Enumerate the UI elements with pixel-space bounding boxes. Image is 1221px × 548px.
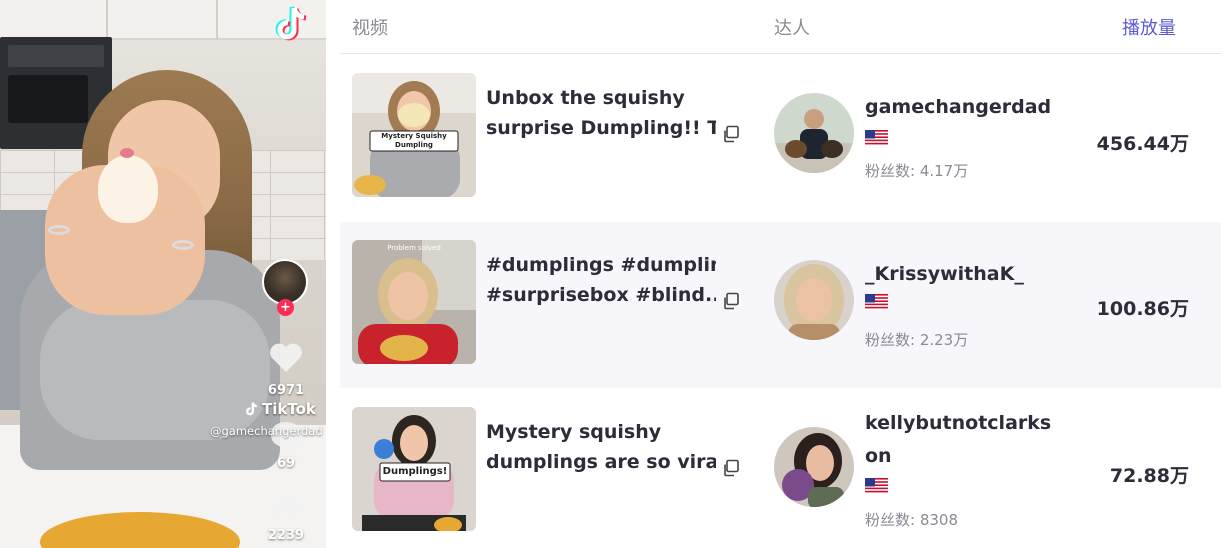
video-title[interactable]: Unbox the squishy surprise Dumpling!! Th…: [486, 83, 716, 143]
copy-icon[interactable]: [722, 459, 740, 477]
thumbnail-image: [352, 240, 476, 364]
share-count: 2239: [267, 528, 305, 543]
ring: [172, 240, 194, 250]
play-count: 72.88万: [1109, 465, 1189, 487]
video-preview[interactable]: + 6971 69 2239 TikTok @gamechangerdad: [0, 0, 326, 548]
thumbnail-caption: Mystery Squishy Dumpling: [381, 132, 447, 149]
creator-avatar-image: [774, 427, 854, 507]
us-flag-icon: [865, 294, 888, 310]
person-arms: [40, 300, 270, 440]
table-row[interactable]: Mystery Squishy Dumpling Unbox the squis…: [340, 55, 1221, 221]
video-thumbnail[interactable]: Mystery Squishy Dumpling: [352, 73, 476, 197]
us-flag-icon: [865, 478, 888, 494]
column-header-plays[interactable]: 播放量: [1122, 14, 1176, 40]
thumbnail-caption: Problem solved: [387, 244, 441, 252]
creator-avatar[interactable]: [774, 93, 854, 173]
creator-followers: 粉丝数: 8308: [865, 511, 958, 529]
creator-name[interactable]: kellybutnotclarks on: [865, 407, 1051, 473]
creator-avatar-image: [774, 260, 854, 340]
table-row[interactable]: Dumplings! Mystery squishy dumplings are…: [340, 389, 1221, 548]
play-count: 100.86万: [1096, 298, 1189, 320]
comment-count: 69: [276, 456, 296, 471]
creator-followers: 粉丝数: 2.23万: [865, 331, 969, 349]
tiktok-logo-icon: [275, 6, 307, 41]
watermark-username: @gamechangerdad: [210, 424, 323, 438]
creator-followers: 粉丝数: 4.17万: [865, 162, 969, 180]
tiktok-small-logo-icon: [246, 402, 258, 416]
us-flag-icon: [865, 130, 888, 146]
heart-icon[interactable]: [268, 340, 304, 374]
squishy-toy: [98, 155, 158, 223]
follow-plus-icon[interactable]: +: [277, 299, 294, 316]
video-table: 视频 达人 播放量 Mystery Squishy Dumpling Unbox…: [340, 0, 1221, 548]
thumbnail-caption: Dumplings!: [382, 466, 448, 477]
share-icon[interactable]: [268, 490, 304, 524]
column-header-creator[interactable]: 达人: [774, 14, 810, 40]
creator-avatar-image: [774, 93, 854, 173]
video-title[interactable]: #dumplings #dumpling #surprisebox #blind…: [486, 250, 716, 310]
creator-name[interactable]: _KrissywithaK_: [865, 258, 1024, 291]
column-header-video[interactable]: 视频: [352, 14, 388, 40]
video-thumbnail[interactable]: Problem solved: [352, 240, 476, 364]
watermark-brand: TikTok: [262, 400, 316, 418]
copy-icon[interactable]: [722, 125, 740, 143]
video-thumbnail[interactable]: Dumplings!: [352, 407, 476, 531]
table-row[interactable]: Problem solved #dumplings #dumpling #sur…: [340, 222, 1221, 388]
squishy-toy-top: [120, 148, 134, 158]
creator-avatar[interactable]: [774, 260, 854, 340]
video-title[interactable]: Mystery squishy dumplings are so viral I…: [486, 417, 716, 477]
like-count: 6971: [267, 383, 305, 398]
creator-avatar[interactable]: [774, 427, 854, 507]
copy-icon[interactable]: [722, 292, 740, 310]
table-header: 视频 达人 播放量: [340, 0, 1221, 54]
creator-name[interactable]: gamechangerdad: [865, 91, 1051, 124]
play-count: 456.44万: [1096, 133, 1189, 155]
tiktok-watermark: TikTok: [244, 400, 316, 418]
ring: [48, 225, 70, 235]
